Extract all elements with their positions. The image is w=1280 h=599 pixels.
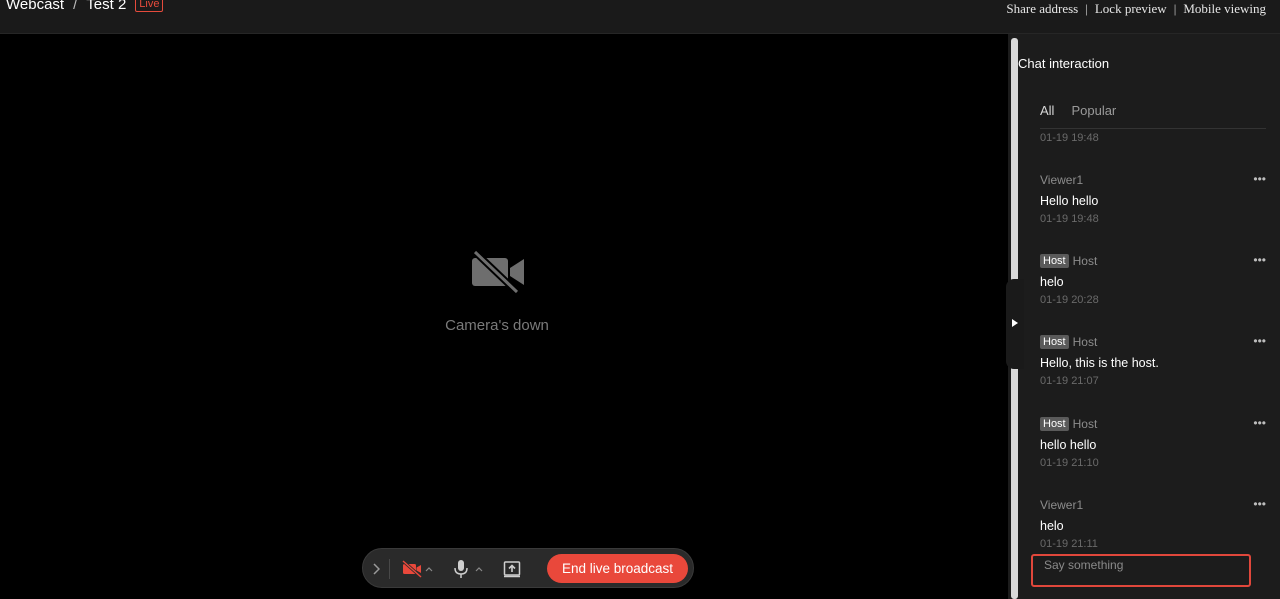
host-badge: Host	[1040, 417, 1069, 431]
chat-input[interactable]	[1033, 556, 1249, 586]
chat-message-list[interactable]: 01-19 19:48 Viewer1 ••• Hello hello 01-1…	[1040, 129, 1268, 549]
more-options-icon[interactable]: •••	[1253, 172, 1266, 186]
chat-message: Viewer1 ••• helo 01-19 21:11	[1040, 497, 1268, 549]
message-time: 01-19 21:10	[1040, 457, 1099, 469]
microphone-button[interactable]	[451, 559, 485, 579]
chat-input-box	[1031, 554, 1251, 587]
chat-message: Host Host ••• Hello, this is the host. 0…	[1040, 334, 1268, 387]
breadcrumb: Webcast / Test 2 Live	[6, 0, 164, 13]
chat-tabs: All Popular	[1040, 103, 1116, 118]
chat-message: Host Host ••• helo 01-19 20:28	[1040, 253, 1268, 306]
host-badge: Host	[1040, 254, 1069, 268]
share-screen-button[interactable]	[501, 559, 523, 579]
camera-off-icon	[402, 559, 433, 579]
message-time: 01-19 19:48	[1040, 132, 1099, 144]
camera-toggle-button[interactable]	[401, 559, 435, 579]
control-divider	[389, 559, 390, 579]
message-user: Host	[1072, 335, 1098, 349]
collapse-panel-button[interactable]	[1006, 279, 1024, 369]
header-links: Share address | Lock preview | Mobile vi…	[1006, 1, 1266, 17]
message-text: Hello hello	[1040, 194, 1099, 208]
message-time: 01-19 21:11	[1040, 538, 1098, 549]
chat-message: Host Host ••• hello hello 01-19 21:10	[1040, 416, 1268, 469]
message-user: Host	[1072, 417, 1098, 431]
top-bar: Webcast / Test 2 Live Share address | Lo…	[0, 0, 1280, 34]
chat-message: Viewer1 ••• Hello hello 01-19 19:48	[1040, 172, 1268, 225]
triangle-right-icon	[1012, 319, 1018, 327]
message-user: Viewer1	[1040, 173, 1084, 187]
video-off-icon	[472, 250, 524, 294]
message-time: 01-19 20:28	[1040, 294, 1099, 306]
more-options-icon[interactable]: •••	[1253, 497, 1266, 511]
share-address-link[interactable]: Share address	[1006, 1, 1078, 17]
lock-preview-link[interactable]: Lock preview	[1095, 1, 1167, 17]
message-text: helo	[1040, 519, 1064, 533]
message-user: Viewer1	[1040, 498, 1084, 512]
mobile-viewing-link[interactable]: Mobile viewing	[1183, 1, 1266, 17]
live-badge: Live	[135, 0, 164, 12]
microphone-icon	[454, 560, 483, 578]
upload-screen-icon	[503, 561, 521, 578]
more-options-icon[interactable]: •••	[1253, 416, 1266, 430]
message-text: hello hello	[1040, 438, 1097, 452]
message-time: 01-19 21:07	[1040, 375, 1099, 387]
tab-all[interactable]: All	[1040, 103, 1054, 118]
camera-status-text: Camera's down	[445, 317, 549, 334]
tab-popular[interactable]: Popular	[1071, 103, 1116, 118]
chevron-right-icon[interactable]	[369, 561, 383, 577]
breadcrumb-webcast[interactable]: Webcast	[6, 0, 64, 13]
message-user: Host	[1072, 254, 1098, 268]
message-text: helo	[1040, 275, 1064, 289]
more-options-icon[interactable]: •••	[1253, 253, 1266, 267]
message-text: Hello, this is the host.	[1040, 356, 1159, 370]
more-options-icon[interactable]: •••	[1253, 334, 1266, 348]
end-broadcast-button[interactable]: End live broadcast	[547, 554, 688, 583]
chat-title: Chat interaction	[1018, 56, 1110, 71]
breadcrumb-separator: /	[73, 0, 78, 13]
host-badge: Host	[1040, 335, 1069, 349]
link-separator: |	[1173, 1, 1177, 16]
message-time: 01-19 19:48	[1040, 213, 1099, 225]
breadcrumb-current: Test 2	[86, 0, 127, 13]
broadcast-control-bar: End live broadcast	[362, 548, 694, 588]
link-separator: |	[1085, 1, 1088, 16]
